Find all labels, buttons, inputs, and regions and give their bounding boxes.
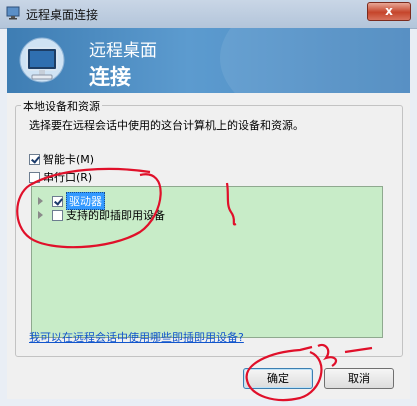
serial-port-checkbox[interactable] — [29, 171, 40, 183]
banner-title-line2: 连接 — [89, 65, 131, 89]
computer-icon — [19, 37, 65, 83]
dialog-content: 本地设备和资源 选择要在远程会话中使用的这台计算机上的设备和资源。 智能卡 (M… — [7, 93, 410, 399]
cancel-button[interactable]: 取消 — [324, 368, 394, 389]
title-bar[interactable]: 远程桌面连接 x — [0, 0, 417, 29]
close-button[interactable]: x — [367, 2, 411, 21]
remote-desktop-window: 远程桌面连接 x 远程桌面 连接 本地设备和资源 选择要在远程会话中使用的这台计… — [0, 0, 417, 406]
tree-item-pnp-devices[interactable]: 支持的即插即用设备 — [38, 207, 165, 223]
pnp-devices-checkbox[interactable] — [52, 209, 63, 221]
pnp-devices-label: 支持的即插即用设备 — [66, 209, 165, 222]
serial-port-label: 串行口 — [43, 171, 76, 184]
window-title: 远程桌面连接 — [26, 8, 99, 22]
serial-port-checkbox-row[interactable]: 串行口 (R) — [29, 169, 92, 185]
remote-desktop-icon — [6, 6, 20, 20]
banner: 远程桌面 连接 — [7, 28, 410, 93]
expand-arrow-icon[interactable] — [38, 211, 43, 219]
smartcard-checkbox[interactable] — [29, 153, 40, 165]
ok-button[interactable]: 确定 — [243, 368, 313, 389]
smartcard-label: 智能卡 — [43, 153, 76, 166]
drives-checkbox[interactable] — [52, 195, 63, 207]
banner-title-line1: 远程桌面 — [89, 41, 157, 61]
help-link[interactable]: 我可以在远程会话中使用哪些即插即用设备? — [29, 329, 244, 345]
group-title: 本地设备和资源 — [21, 98, 102, 114]
smartcard-shortcut: (M) — [76, 152, 95, 166]
device-tree[interactable]: 驱动器 支持的即插即用设备 — [31, 186, 383, 338]
serial-port-shortcut: (R) — [76, 170, 93, 184]
expand-arrow-icon[interactable] — [38, 197, 43, 205]
banner-decoration — [220, 28, 410, 93]
instruction-text: 选择要在远程会话中使用的这台计算机上的设备和资源。 — [29, 119, 304, 132]
smartcard-checkbox-row[interactable]: 智能卡 (M) — [29, 151, 94, 167]
